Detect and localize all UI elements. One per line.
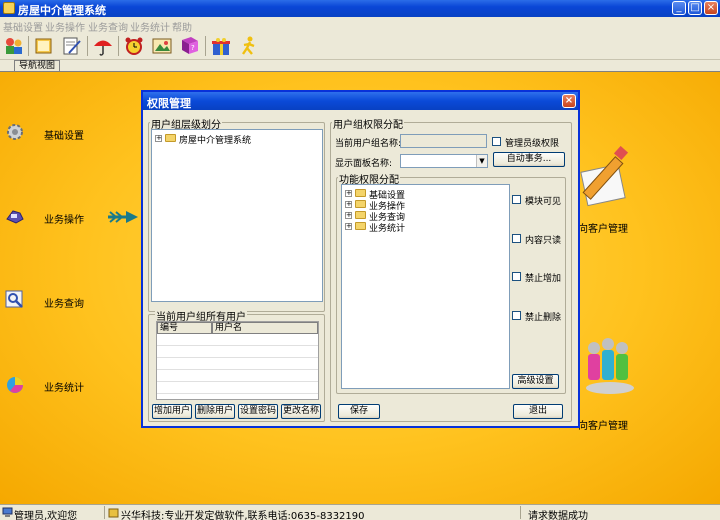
folder-icon (355, 200, 366, 208)
help-book-icon[interactable]: ? (179, 35, 201, 57)
set-password-button[interactable]: 设置密码 (238, 404, 278, 419)
func-permission-tree[interactable]: + 基础设置 + 业务操作 + 业务查询 + 业务统计 (341, 184, 510, 389)
toolbar: ? (0, 33, 720, 60)
window-title-bar: 房屋中介管理系统 _ □ × (0, 0, 720, 17)
users-grid[interactable]: 编号 用户名 (156, 321, 319, 400)
app-icon (3, 2, 15, 14)
gear-icon (7, 124, 23, 140)
magnifier-icon (5, 290, 23, 308)
workspace-label: 向客户管理 (578, 224, 628, 235)
rename-button[interactable]: 更改名称 (281, 404, 321, 419)
checkbox-label: 管理员级权限 (505, 139, 560, 149)
folder-icon (355, 211, 366, 219)
user-group-tree[interactable]: + 房屋中介管理系统 (151, 129, 323, 302)
minimize-button[interactable]: _ (672, 1, 686, 15)
checkbox-box[interactable] (512, 195, 521, 204)
checkbox-box[interactable] (492, 137, 501, 146)
checkbox-box[interactable] (512, 311, 521, 320)
auto-transaction-button[interactable]: 自动事务... (493, 152, 565, 167)
people-group-icon (586, 338, 634, 394)
toolbar-separator (28, 36, 29, 56)
tree-expander[interactable]: + (155, 135, 162, 142)
notepad-icon[interactable] (61, 35, 83, 57)
close-button[interactable]: × (704, 1, 718, 15)
workspace-label: 向客户管理 (578, 421, 628, 432)
sidebar-item-label: 业务操作 (44, 215, 84, 226)
tree-node-label: 业务统计 (369, 224, 406, 234)
table-row[interactable] (157, 371, 318, 382)
menu-business-query[interactable]: 业务查询 (88, 19, 128, 34)
grid-header-id[interactable]: 编号 (157, 322, 212, 334)
permission-dialog: 权限管理 × 用户组层级划分 + 房屋中介管理系统 当前用户组所有用户 编号 用… (141, 90, 580, 428)
company-icon (108, 508, 119, 518)
chevron-down-icon[interactable]: ▼ (476, 155, 487, 167)
maximize-button[interactable]: □ (688, 1, 702, 15)
status-separator (104, 506, 105, 519)
sidebar-item-label: 业务统计 (44, 383, 84, 394)
checkbox-label: 模块可见 (525, 197, 562, 207)
checkbox-box[interactable] (512, 234, 521, 243)
table-row[interactable] (157, 383, 318, 394)
exit-button[interactable]: 退出 (513, 404, 563, 419)
grid-header-username[interactable]: 用户名 (212, 322, 318, 334)
menu-business-ops[interactable]: 业务操作 (45, 19, 85, 34)
folder-icon (165, 134, 176, 142)
status-company: 兴华科技:专业开发定做软件,联系电话:0635-8332190 (121, 511, 365, 520)
pencil-notebook-icon (580, 146, 629, 207)
computer-icon (2, 507, 13, 517)
menu-business-stats[interactable]: 业务统计 (130, 19, 170, 34)
alarm-clock-icon[interactable] (123, 35, 145, 57)
current-group-field[interactable] (400, 134, 487, 148)
checkbox-label: 禁止删除 (525, 313, 562, 323)
status-user: 管理员,欢迎您 (14, 511, 78, 520)
add-user-button[interactable]: 增加用户 (152, 404, 192, 419)
pie-chart-icon (7, 377, 23, 393)
panel-name-select[interactable]: ▼ (400, 154, 488, 168)
tree-node-label: 房屋中介管理系统 (179, 136, 252, 146)
window-title: 房屋中介管理系统 (18, 4, 106, 17)
table-row[interactable] (157, 335, 318, 346)
dialog-title-bar: 权限管理 × (143, 92, 578, 110)
toolbar-separator (87, 36, 88, 56)
svg-text:?: ? (191, 44, 195, 52)
advanced-settings-button[interactable]: 高级设置 (512, 374, 559, 389)
picture-icon[interactable] (151, 35, 173, 57)
hand-icon (6, 210, 24, 224)
table-row[interactable] (157, 359, 318, 370)
checkbox-label: 禁止增加 (525, 274, 562, 284)
menu-basic-settings[interactable]: 基础设置 (3, 19, 43, 34)
tree-expander[interactable]: + (345, 212, 352, 219)
tree-expander[interactable]: + (345, 223, 352, 230)
sidebar-item-label: 基础设置 (44, 131, 84, 142)
status-separator (520, 506, 521, 519)
folder-icon (355, 222, 366, 230)
group-permission-title: 用户组权限分配 (332, 116, 404, 131)
folder-icon (355, 189, 366, 197)
toolbar-separator (205, 36, 206, 56)
menu-help[interactable]: 帮助 (172, 19, 192, 34)
dialog-close-button[interactable]: × (562, 94, 576, 108)
table-row[interactable] (157, 347, 318, 358)
status-message: 请求数据成功 (528, 511, 588, 520)
checkbox-label: 内容只读 (525, 236, 562, 246)
tree-expander[interactable]: + (345, 201, 352, 208)
panel-name-label: 显示面板名称: (335, 159, 393, 169)
delete-user-button[interactable]: 删除用户 (195, 404, 235, 419)
running-man-icon[interactable] (238, 35, 260, 57)
umbrella-icon[interactable] (92, 35, 114, 57)
toolbar-separator (118, 36, 119, 56)
save-button[interactable]: 保存 (338, 404, 380, 419)
sidebar-item-label: 业务查询 (44, 299, 84, 310)
status-bar: 管理员,欢迎您 兴华科技:专业开发定做软件,联系电话:0635-8332190 … (0, 504, 720, 520)
users-icon[interactable] (3, 35, 25, 57)
current-group-label: 当前用户组名称: (335, 139, 402, 149)
arrow-icon (108, 211, 138, 223)
menu-bar: 基础设置 业务操作 业务查询 业务统计 帮助 (0, 17, 720, 34)
book-icon[interactable] (33, 35, 55, 57)
gift-icon[interactable] (210, 35, 232, 57)
checkbox-box[interactable] (512, 272, 521, 281)
dialog-title: 权限管理 (147, 97, 191, 110)
tree-expander[interactable]: + (345, 190, 352, 197)
